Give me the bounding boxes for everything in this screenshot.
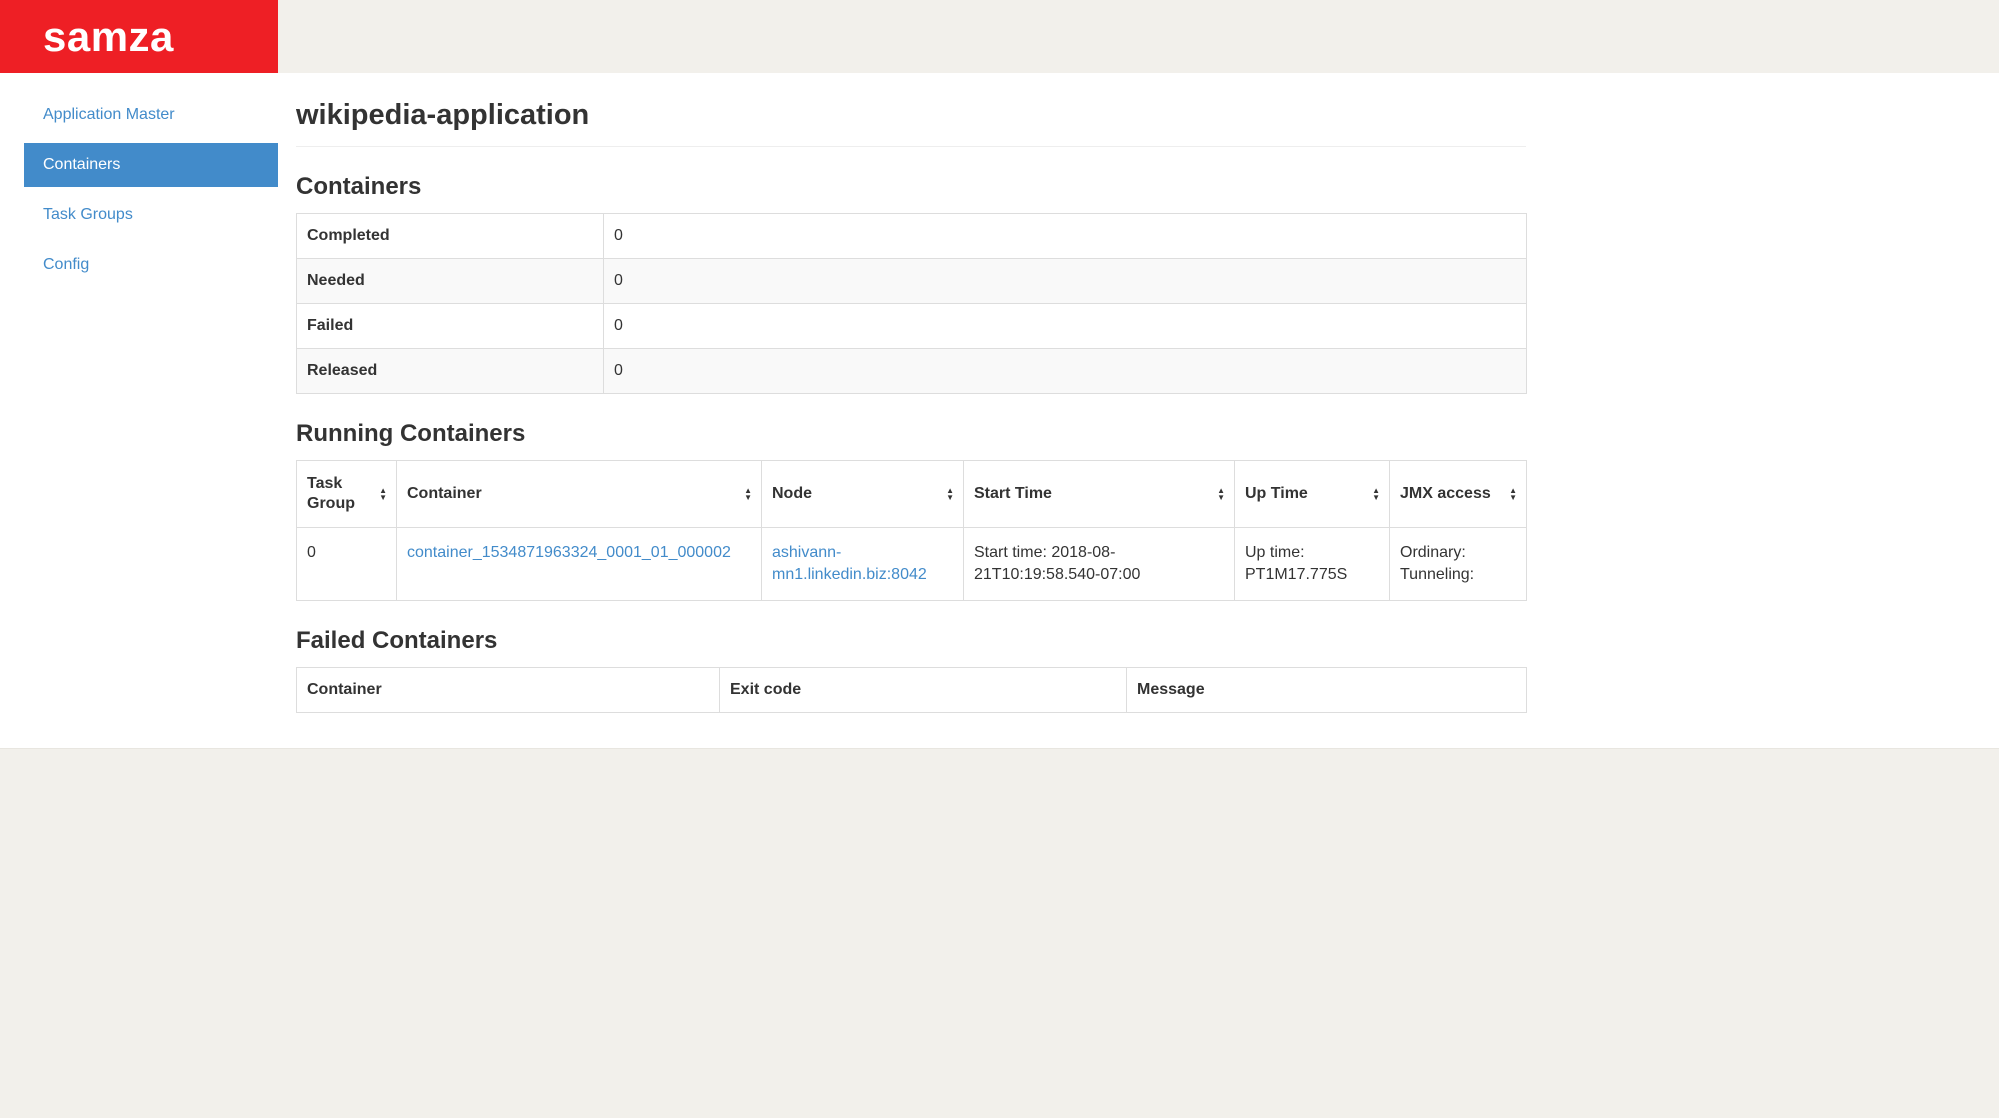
sort-icon: ▲▼ xyxy=(1372,487,1380,501)
sort-down-arrow: ▼ xyxy=(379,494,387,501)
table-row: Needed 0 xyxy=(297,259,1527,304)
row-value: 0 xyxy=(604,304,1527,349)
row-label: Failed xyxy=(297,304,604,349)
column-header-label: Start Time xyxy=(974,485,1052,502)
top-bar: samza xyxy=(0,0,1999,73)
sort-icon: ▲▼ xyxy=(744,487,752,501)
running-containers-table: Task Group ▲▼ Container ▲▼ Node ▲▼ Start… xyxy=(296,460,1527,601)
section-heading-failed-containers: Failed Containers xyxy=(296,627,1526,655)
header-row: Task Group ▲▼ Container ▲▼ Node ▲▼ Start… xyxy=(297,461,1527,528)
samza-logo-text: samza xyxy=(43,13,174,61)
node-link[interactable]: ashivann-mn1.linkedin.biz:8042 xyxy=(772,544,927,583)
table-row: Released 0 xyxy=(297,349,1527,394)
sort-icon: ▲▼ xyxy=(379,487,387,501)
section-heading-containers: Containers xyxy=(296,173,1526,201)
column-header-message: Message xyxy=(1127,668,1527,713)
title-divider xyxy=(296,146,1526,147)
sort-icon: ▲▼ xyxy=(1509,487,1517,501)
column-header-container[interactable]: Container ▲▼ xyxy=(397,461,762,528)
jmx-access-cell: Ordinary: Tunneling: xyxy=(1390,528,1527,601)
sort-down-arrow: ▼ xyxy=(1372,494,1380,501)
sidebar-item-task-groups[interactable]: Task Groups xyxy=(24,193,278,237)
failed-containers-table: Container Exit code Message xyxy=(296,667,1527,713)
row-label: Needed xyxy=(297,259,604,304)
column-header-start-time[interactable]: Start Time ▲▼ xyxy=(964,461,1235,528)
row-label: Released xyxy=(297,349,604,394)
column-header-node[interactable]: Node ▲▼ xyxy=(762,461,964,528)
sort-down-arrow: ▼ xyxy=(744,494,752,501)
sort-down-arrow: ▼ xyxy=(1509,494,1517,501)
column-header-label: Task Group xyxy=(307,475,355,512)
up-time-cell: Up time: PT1M17.775S xyxy=(1235,528,1390,601)
node-cell: ashivann-mn1.linkedin.biz:8042 xyxy=(762,528,964,601)
column-header-task-group[interactable]: Task Group ▲▼ xyxy=(297,461,397,528)
column-header-label: Node xyxy=(772,485,812,502)
sort-icon: ▲▼ xyxy=(946,487,954,501)
sidebar-nav: Application Master Containers Task Group… xyxy=(24,93,278,287)
section-heading-running-containers: Running Containers xyxy=(296,420,1526,448)
task-group-cell: 0 xyxy=(297,528,397,601)
row-value: 0 xyxy=(604,214,1527,259)
sidebar: Application Master Containers Task Group… xyxy=(0,73,278,293)
column-header-label: JMX access xyxy=(1400,485,1491,502)
page-footer xyxy=(0,748,1999,1118)
column-header-up-time[interactable]: Up Time ▲▼ xyxy=(1235,461,1390,528)
samza-logo[interactable]: samza xyxy=(0,0,278,73)
container-link[interactable]: container_1534871963324_0001_01_000002 xyxy=(407,544,731,561)
sidebar-item-application-master[interactable]: Application Master xyxy=(24,93,278,137)
sort-icon: ▲▼ xyxy=(1217,487,1225,501)
containers-summary-table: Completed 0 Needed 0 Failed 0 Released 0 xyxy=(296,213,1527,394)
start-time-cell: Start time: 2018-08-21T10:19:58.540-07:0… xyxy=(964,528,1235,601)
sidebar-item-config[interactable]: Config xyxy=(24,243,278,287)
container-cell: container_1534871963324_0001_01_000002 xyxy=(397,528,762,601)
column-header-label: Container xyxy=(407,485,482,502)
row-label: Completed xyxy=(297,214,604,259)
column-header-label: Up Time xyxy=(1245,485,1308,502)
column-header-container: Container xyxy=(297,668,720,713)
row-value: 0 xyxy=(604,259,1527,304)
table-row: Failed 0 xyxy=(297,304,1527,349)
page-title: wikipedia-application xyxy=(296,98,1526,132)
header-row: Container Exit code Message xyxy=(297,668,1527,713)
column-header-jmx-access[interactable]: JMX access ▲▼ xyxy=(1390,461,1527,528)
column-header-exit-code: Exit code xyxy=(720,668,1127,713)
sort-down-arrow: ▼ xyxy=(946,494,954,501)
main-content: wikipedia-application Containers Complet… xyxy=(296,73,1526,713)
table-row: 0 container_1534871963324_0001_01_000002… xyxy=(297,528,1527,601)
sidebar-item-containers[interactable]: Containers xyxy=(24,143,278,187)
sort-down-arrow: ▼ xyxy=(1217,494,1225,501)
table-row: Completed 0 xyxy=(297,214,1527,259)
page-body: Application Master Containers Task Group… xyxy=(0,73,1999,748)
row-value: 0 xyxy=(604,349,1527,394)
